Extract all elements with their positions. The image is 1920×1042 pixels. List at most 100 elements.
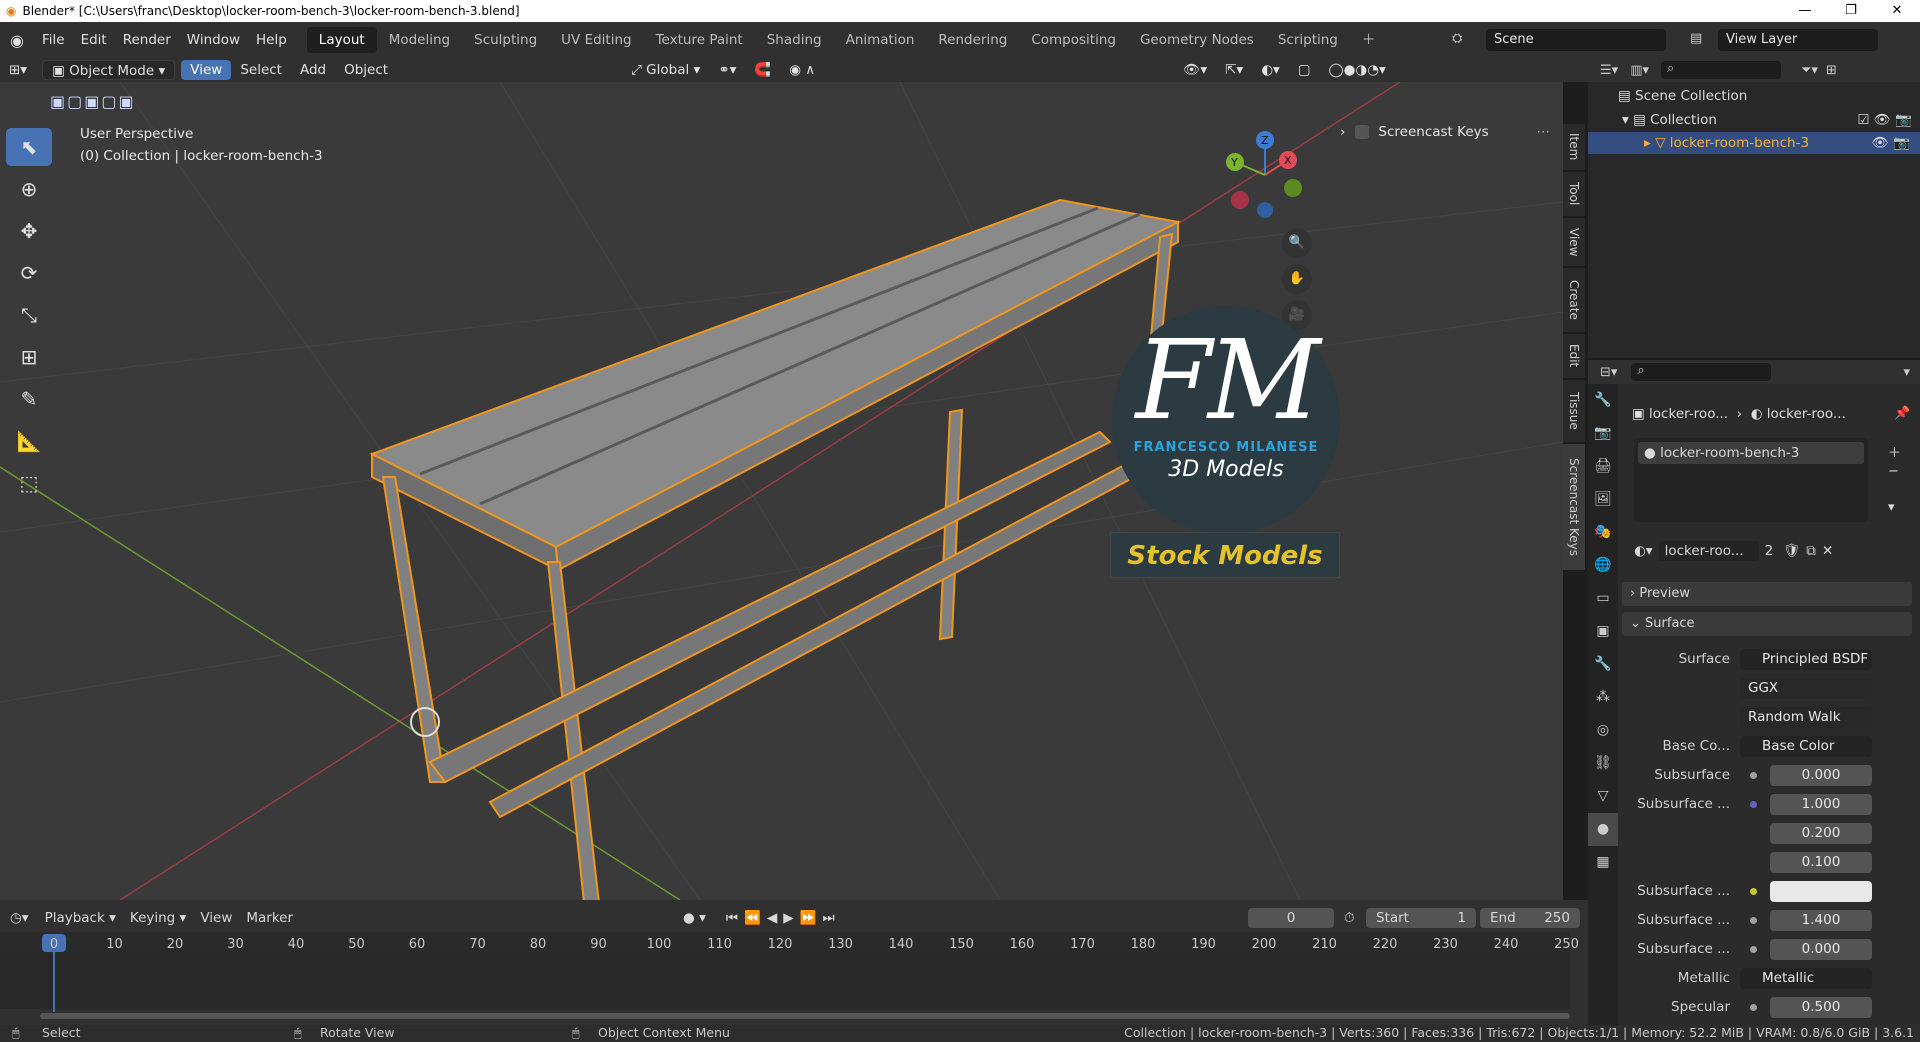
property-field[interactable]: 0.500 bbox=[1770, 996, 1872, 1018]
render-tab-icon[interactable]: 📷 bbox=[1588, 417, 1618, 450]
scene-tab-icon[interactable]: 🎭 bbox=[1588, 516, 1618, 549]
remove-slot-icon[interactable]: − bbox=[1888, 464, 1899, 479]
sidetab-edit[interactable]: Edit bbox=[1563, 334, 1585, 378]
property-field[interactable]: 1.000 bbox=[1770, 793, 1872, 815]
move-tool-icon[interactable]: ✥ bbox=[6, 212, 52, 250]
property-field[interactable]: GGX bbox=[1740, 677, 1872, 699]
tab-rendering[interactable]: Rendering bbox=[926, 27, 1019, 53]
snap-icon[interactable]: 🧲 bbox=[745, 60, 780, 80]
menu-window[interactable]: Window bbox=[179, 32, 248, 48]
tab-animation[interactable]: Animation bbox=[834, 27, 927, 53]
object-tab-icon[interactable]: ▣ bbox=[1588, 615, 1618, 648]
object-visibility-icons[interactable]: 👁 📷 bbox=[1872, 132, 1910, 154]
sidetab-view[interactable]: View bbox=[1563, 218, 1585, 266]
visibility-icon[interactable]: 👁▾ bbox=[1174, 60, 1216, 80]
pin-icon[interactable]: 📌 bbox=[1894, 406, 1910, 421]
timeline-editor-icon[interactable]: ◷▾ bbox=[10, 910, 29, 926]
measure-tool-icon[interactable]: 📐 bbox=[6, 422, 52, 460]
socket-dot[interactable] bbox=[1750, 888, 1757, 895]
property-field[interactable]: 1.400 bbox=[1770, 909, 1872, 931]
editor-type-icon[interactable]: ⊞▾ bbox=[0, 60, 36, 80]
material-slot-list[interactable]: ● locker-room-bench-3 bbox=[1634, 438, 1868, 522]
overlay-toggle-icon[interactable]: ◐▾ bbox=[1252, 60, 1289, 80]
scale-tool-icon[interactable]: ⤡ bbox=[6, 296, 52, 334]
duplicate-icon[interactable]: ⧉ bbox=[1806, 543, 1816, 559]
sidetab-screencast-keys[interactable]: Screencast Keys bbox=[1563, 444, 1585, 570]
socket-dot[interactable] bbox=[1750, 917, 1757, 924]
outliner-search-input[interactable]: ⌕ bbox=[1661, 61, 1781, 79]
socket-dot[interactable] bbox=[1750, 772, 1757, 779]
outliner-row-collection[interactable]: ▾ ▤ Collection ☑ 👁 📷 bbox=[1622, 112, 1912, 128]
output-tab-icon[interactable]: 🖨 bbox=[1588, 450, 1618, 483]
menu-file[interactable]: File bbox=[34, 32, 73, 48]
outliner-row-scene-collection[interactable]: ▤ Scene Collection bbox=[1618, 88, 1747, 104]
material-slot-item[interactable]: ● locker-room-bench-3 bbox=[1638, 442, 1864, 464]
shading-mode-icons[interactable]: ◯●◑◔▾ bbox=[1320, 60, 1395, 80]
chevron-right-icon[interactable]: › bbox=[1340, 124, 1345, 140]
property-field[interactable]: Base Color bbox=[1740, 735, 1872, 757]
property-field[interactable]: 0.000 bbox=[1770, 764, 1872, 786]
tab-modeling[interactable]: Modeling bbox=[377, 27, 462, 53]
material-users-count[interactable]: 2 bbox=[1765, 543, 1774, 559]
surface-panel-header[interactable]: ⌄ Surface bbox=[1622, 612, 1912, 636]
socket-dot[interactable] bbox=[1750, 1004, 1757, 1011]
view-layer-tab-icon[interactable]: 🖼 bbox=[1588, 483, 1618, 516]
keying-menu[interactable]: Keying ▾ bbox=[130, 910, 186, 926]
scene-selector[interactable]: Scene bbox=[1486, 29, 1666, 51]
tab-texture-paint[interactable]: Texture Paint bbox=[644, 27, 755, 53]
new-collection-icon[interactable]: ⊞ bbox=[1826, 63, 1837, 78]
navigation-gizmo[interactable]: Z X Y bbox=[1220, 130, 1310, 220]
object-menu[interactable]: Object bbox=[335, 60, 397, 80]
rotate-tool-icon[interactable]: ⟳ bbox=[6, 254, 52, 292]
menu-help[interactable]: Help bbox=[248, 32, 295, 48]
timeline-scrollbar[interactable] bbox=[40, 1013, 1570, 1019]
collection-tab-icon[interactable]: ▭ bbox=[1588, 582, 1618, 615]
object-mode-dropdown[interactable]: ▣ Object Mode ▾ bbox=[42, 60, 176, 80]
tab-geometry-nodes[interactable]: Geometry Nodes bbox=[1128, 27, 1266, 53]
add-slot-icon[interactable]: ＋ bbox=[1888, 442, 1901, 461]
add-workspace-icon[interactable]: ＋ bbox=[1350, 27, 1388, 53]
cursor-tool-icon[interactable]: ⊕ bbox=[6, 170, 52, 208]
menu-edit[interactable]: Edit bbox=[73, 32, 115, 48]
display-mode-icon[interactable]: ▥▾ bbox=[1630, 63, 1649, 78]
minimize-icon[interactable]: — bbox=[1782, 0, 1828, 22]
select-menu[interactable]: Select bbox=[231, 60, 291, 80]
socket-dot[interactable] bbox=[1750, 946, 1757, 953]
tab-uv-editing[interactable]: UV Editing bbox=[549, 27, 643, 53]
outliner-row-object[interactable]: ▸ ▽ locker-room-bench-3 👁 📷 bbox=[1588, 132, 1920, 154]
timeline-view-menu[interactable]: View bbox=[200, 910, 232, 926]
property-field[interactable] bbox=[1770, 880, 1872, 902]
start-frame-field[interactable]: Start 1 bbox=[1366, 908, 1476, 928]
property-field[interactable]: 0.200 bbox=[1770, 822, 1872, 844]
socket-dot[interactable] bbox=[1750, 801, 1757, 808]
view-layer-selector[interactable]: View Layer bbox=[1718, 29, 1878, 51]
transform-tool-icon[interactable]: ⊞ bbox=[6, 338, 52, 376]
material-browse-icon[interactable]: ◐▾ bbox=[1634, 543, 1653, 559]
tab-scripting[interactable]: Scripting bbox=[1266, 27, 1350, 53]
fake-user-icon[interactable]: 🛡 bbox=[1783, 543, 1800, 559]
property-field[interactable]: 0.100 bbox=[1770, 851, 1872, 873]
unlink-icon[interactable]: ✕ bbox=[1822, 543, 1833, 559]
property-field[interactable]: Random Walk bbox=[1740, 706, 1872, 728]
screencast-keys-panel[interactable]: › Screencast Keys ⋯ bbox=[1340, 120, 1550, 144]
current-frame-field[interactable]: 0 bbox=[1248, 908, 1334, 928]
checkbox[interactable] bbox=[1355, 125, 1370, 139]
collection-visibility-icons[interactable]: ☑ 👁 📷 bbox=[1857, 112, 1912, 128]
keyframe-area[interactable] bbox=[0, 954, 1570, 1009]
select-box-tool-icon[interactable]: ⬉ bbox=[6, 128, 52, 166]
view-layer-icon[interactable]: ▤ bbox=[1690, 31, 1702, 46]
property-field[interactable]: 0.000 bbox=[1770, 938, 1872, 960]
pan-hand-icon[interactable]: ✋ bbox=[1282, 264, 1312, 294]
scene-icon[interactable]: ⛭ bbox=[1452, 31, 1462, 46]
drag-handle-icon[interactable]: ⋯ bbox=[1537, 124, 1551, 140]
properties-search-input[interactable]: ⌕ bbox=[1631, 363, 1772, 381]
tab-compositing[interactable]: Compositing bbox=[1019, 27, 1128, 53]
tab-layout[interactable]: Layout bbox=[306, 27, 377, 53]
outliner-editor-icon[interactable]: ☰▾ bbox=[1600, 63, 1618, 78]
tool-tab-icon[interactable]: 🔧 bbox=[1588, 384, 1618, 417]
sidetab-item[interactable]: Item bbox=[1563, 124, 1585, 170]
options-chevron-icon[interactable]: ▾ bbox=[1903, 365, 1910, 380]
preview-panel-header[interactable]: › Preview bbox=[1622, 582, 1912, 606]
add-menu[interactable]: Add bbox=[291, 60, 335, 80]
view-menu[interactable]: View bbox=[181, 60, 232, 80]
